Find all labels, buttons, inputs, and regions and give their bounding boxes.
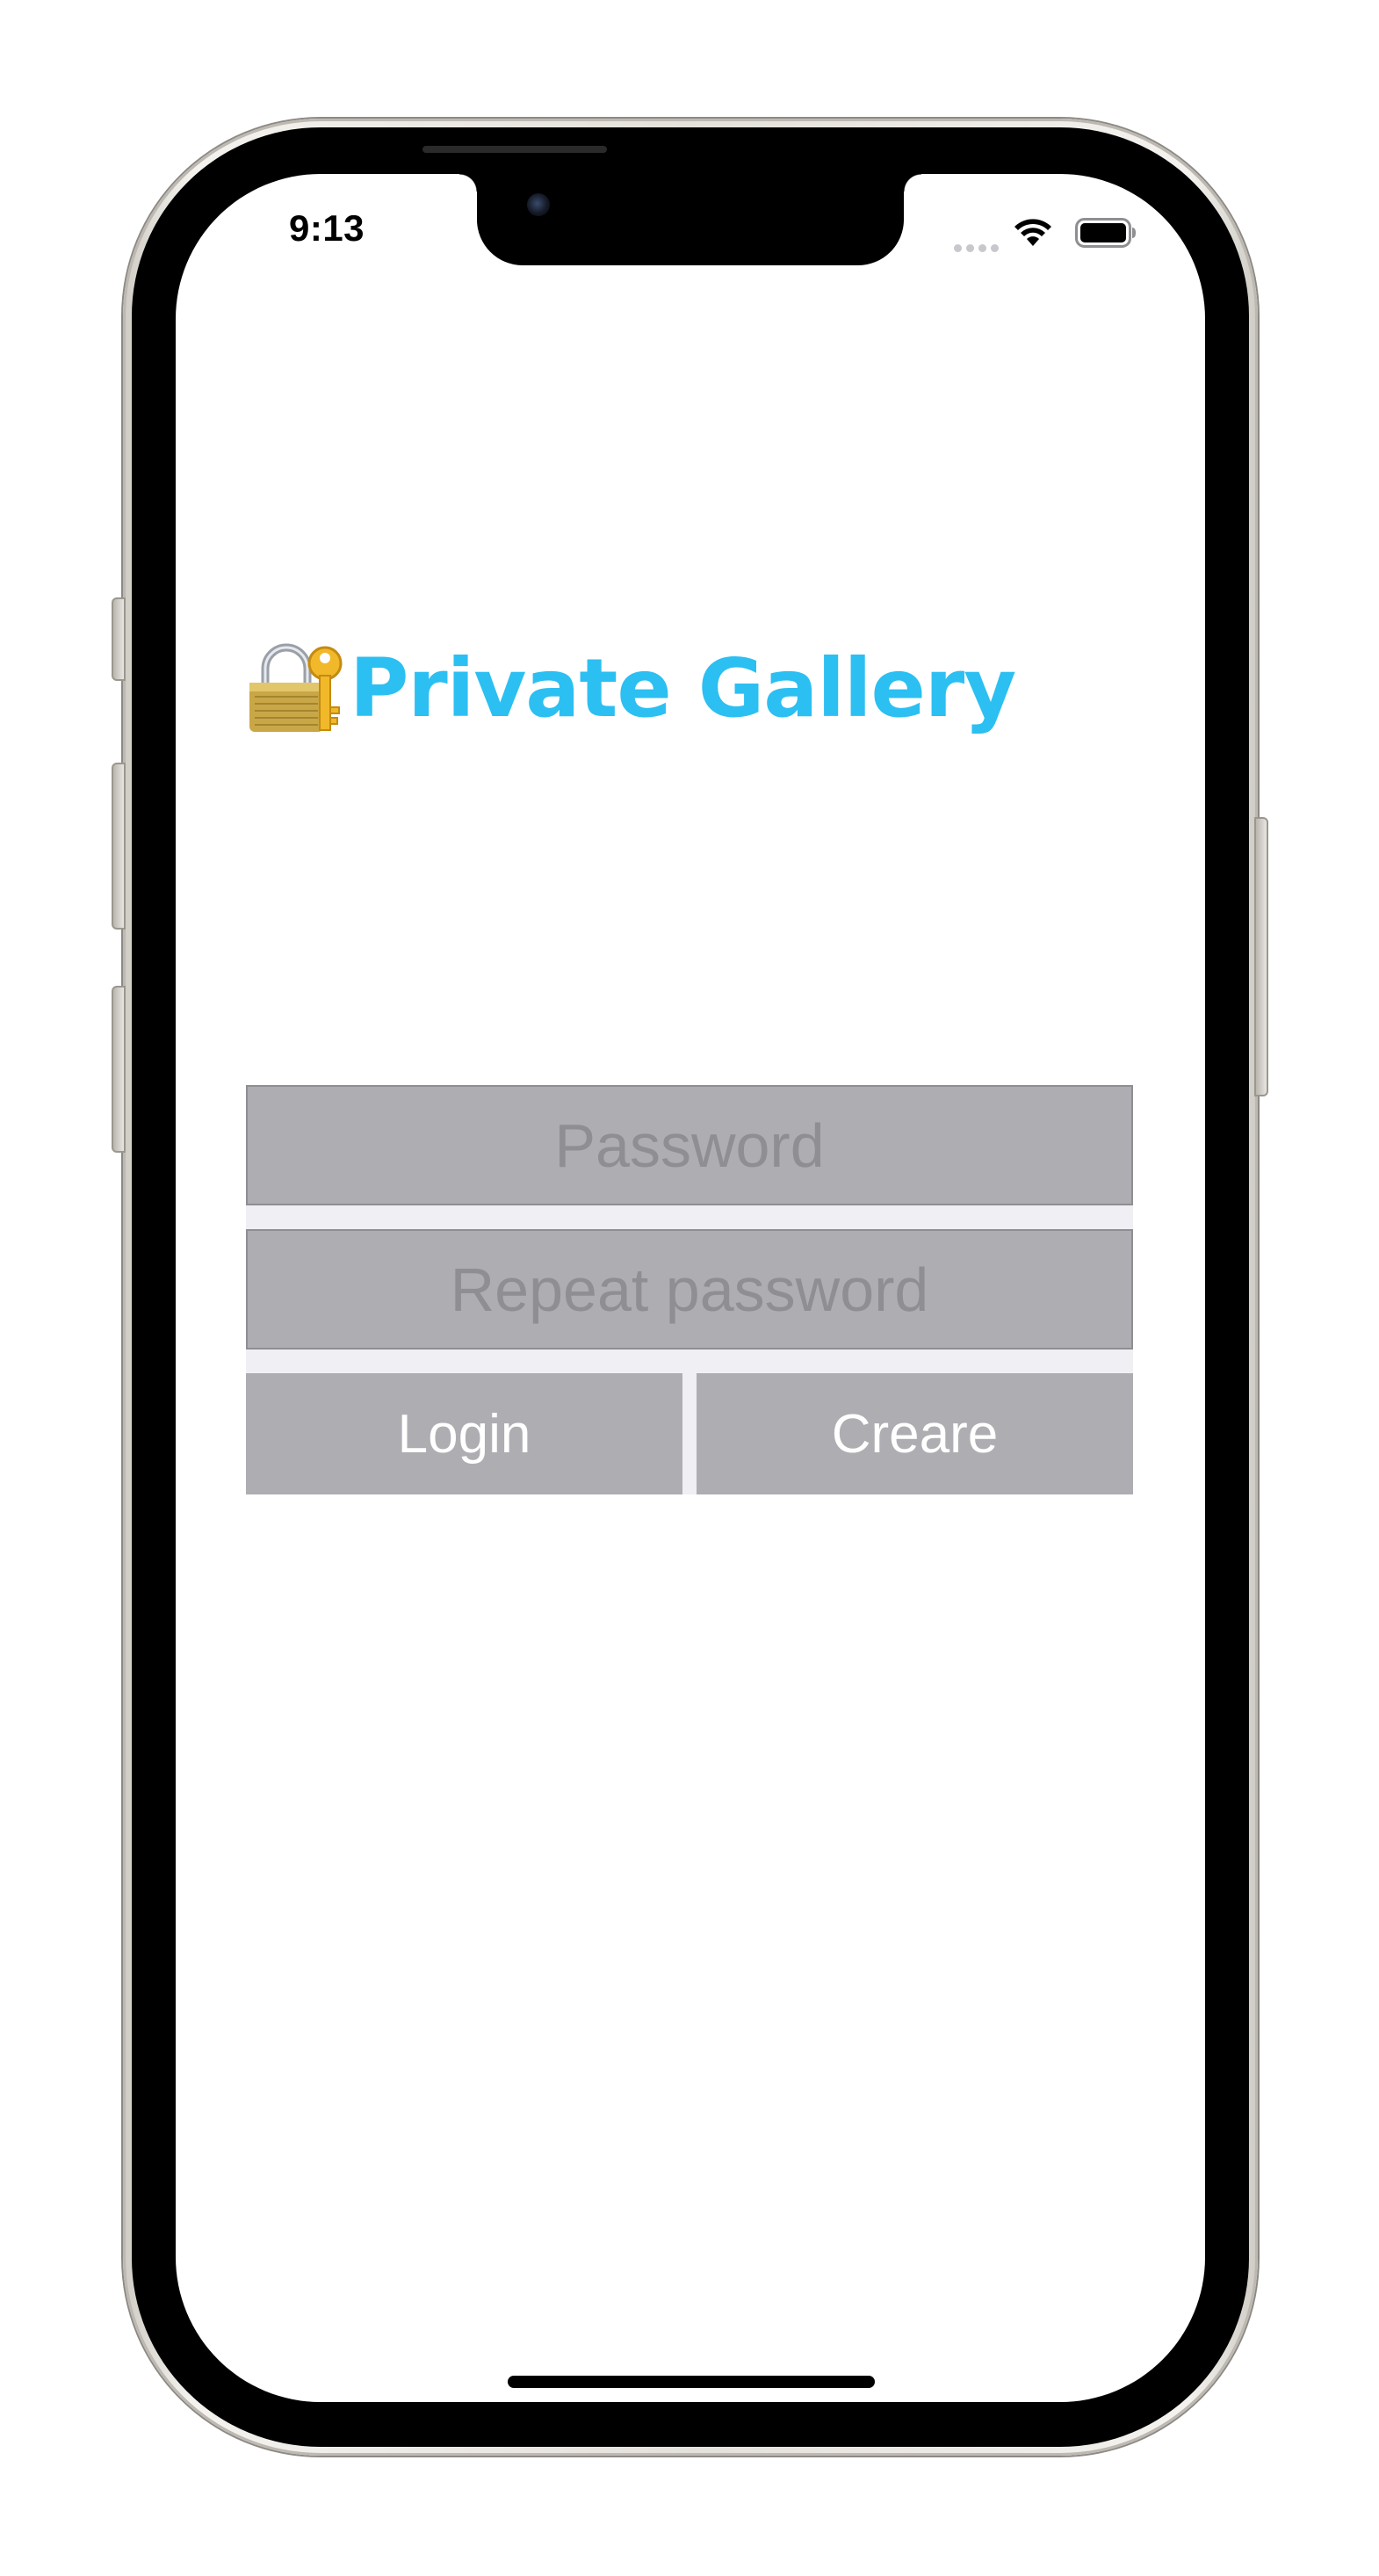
cellular-signal-icon	[954, 241, 1003, 252]
power-button	[1254, 817, 1268, 1096]
app-screen: 9:13 Private Gallery Login Creare	[176, 174, 1205, 2402]
create-button[interactable]: Creare	[697, 1373, 1133, 1494]
notch	[459, 174, 921, 265]
password-field[interactable]	[246, 1085, 1133, 1205]
status-time: 9:13	[288, 207, 365, 249]
app-title: Private Gallery	[246, 635, 1016, 741]
login-button[interactable]: Login	[246, 1373, 682, 1494]
volume-down-button	[112, 986, 126, 1153]
earpiece-speaker	[422, 146, 607, 153]
page-title: Private Gallery	[350, 640, 1016, 735]
repeat-password-input[interactable]	[248, 1230, 1131, 1349]
lock-with-key-icon	[249, 643, 343, 732]
home-indicator[interactable]	[508, 2376, 875, 2388]
password-input[interactable]	[248, 1086, 1131, 1205]
mute-switch	[112, 597, 126, 681]
front-camera-icon	[527, 193, 550, 216]
wifi-icon	[1014, 219, 1051, 246]
screenshot-stage: 9:13 Private Gallery Login Creare	[0, 0, 1379, 2576]
login-form: Login Creare	[246, 1085, 1133, 1494]
battery-icon	[1075, 218, 1136, 248]
repeat-password-field[interactable]	[246, 1229, 1133, 1350]
volume-up-button	[112, 763, 126, 930]
